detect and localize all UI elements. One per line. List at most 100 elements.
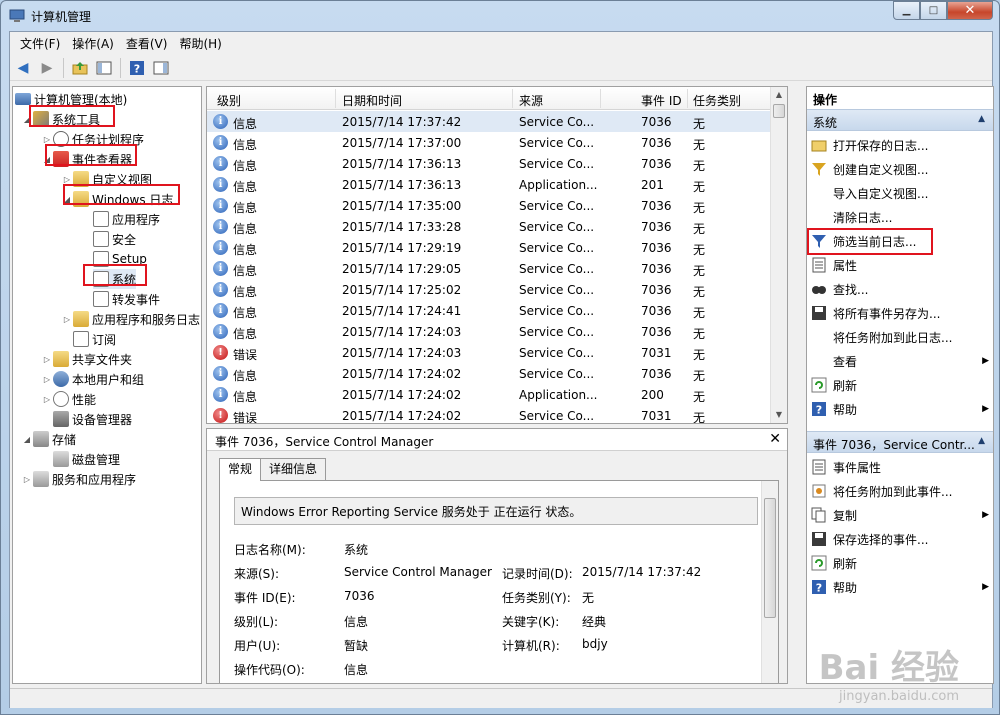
table-row[interactable]: i 信息 2015/7/14 17:24:02 Service Co... 7036 无 bbox=[207, 363, 772, 384]
list-scrollbar[interactable]: ▲ ▼ bbox=[770, 87, 787, 423]
action-item[interactable]: 属性 bbox=[807, 254, 993, 276]
action-item[interactable]: 刷新 bbox=[807, 374, 993, 396]
table-row[interactable]: i 信息 2015/7/14 17:24:41 Service Co... 7036 无 bbox=[207, 300, 772, 321]
scroll-up-arrow-icon[interactable]: ▲ bbox=[771, 87, 787, 103]
action-item[interactable]: 创建自定义视图... bbox=[807, 158, 993, 180]
table-row[interactable]: i 信息 2015/7/14 17:24:03 Service Co... 7036 无 bbox=[207, 321, 772, 342]
info-icon: i bbox=[213, 114, 228, 129]
refresh-icon bbox=[811, 555, 827, 571]
tree-item-services-apps[interactable]: ▷ 服务和应用程序 bbox=[21, 469, 136, 489]
column-divider[interactable] bbox=[687, 89, 688, 108]
help-icon[interactable]: ? bbox=[126, 57, 148, 79]
table-row[interactable]: i 信息 2015/7/14 17:24:02 Application... 200 无 bbox=[207, 384, 772, 405]
expand-arrow-icon[interactable]: ▷ bbox=[41, 375, 53, 384]
detail-scrollbar[interactable] bbox=[761, 481, 778, 683]
device-manager-icon bbox=[53, 411, 69, 427]
cell-level: 信息 bbox=[233, 222, 258, 236]
expand-arrow-icon[interactable]: ▷ bbox=[21, 475, 33, 484]
tree-item-storage[interactable]: ◢ 存储 bbox=[21, 429, 76, 449]
forward-icon[interactable]: ▶ bbox=[36, 57, 58, 79]
table-row[interactable]: i 信息 2015/7/14 17:25:02 Service Co... 7036 无 bbox=[207, 279, 772, 300]
minimize-button[interactable]: ▁ bbox=[893, 1, 920, 20]
column-header-datetime[interactable]: 日期和时间 bbox=[342, 92, 402, 109]
column-header-event-id[interactable]: 事件 ID bbox=[641, 92, 682, 109]
table-row[interactable]: i 信息 2015/7/14 17:35:00 Service Co... 7036 无 bbox=[207, 195, 772, 216]
tree-item-local-users[interactable]: ▷ 本地用户和组 bbox=[41, 369, 144, 389]
action-item[interactable]: 打开保存的日志... bbox=[807, 134, 993, 156]
menu-help[interactable]: 帮助(H) bbox=[173, 35, 227, 52]
log-icon bbox=[93, 291, 109, 307]
table-row[interactable]: i 信息 2015/7/14 17:36:13 Service Co... 7036 无 bbox=[207, 153, 772, 174]
table-row[interactable]: ! 错误 2015/7/14 17:24:02 Service Co... 7031 无 bbox=[207, 405, 772, 423]
tree-item-application[interactable]: 应用程序 bbox=[93, 209, 160, 229]
tree-item-disk-management[interactable]: 磁盘管理 bbox=[53, 449, 120, 469]
menu-file[interactable]: 文件(F) bbox=[14, 35, 66, 52]
column-divider[interactable] bbox=[512, 89, 513, 108]
action-item[interactable]: 导入自定义视图... bbox=[807, 182, 993, 204]
up-folder-icon[interactable] bbox=[69, 57, 91, 79]
table-row[interactable]: i 信息 2015/7/14 17:36:13 Application... 201 无 bbox=[207, 174, 772, 195]
collapse-icon[interactable]: ▲ bbox=[978, 436, 985, 446]
table-row[interactable]: i 信息 2015/7/14 17:33:28 Service Co... 7036 无 bbox=[207, 216, 772, 237]
back-icon[interactable]: ◀ bbox=[12, 57, 34, 79]
tree-item-app-service-logs[interactable]: ▷ 应用程序和服务日志 bbox=[61, 309, 200, 329]
tree-item-subscriptions[interactable]: 订阅 bbox=[73, 329, 116, 349]
scroll-thumb[interactable] bbox=[764, 498, 776, 618]
tab-details[interactable]: 详细信息 bbox=[260, 458, 327, 480]
column-header-source[interactable]: 来源 bbox=[519, 92, 543, 109]
tree-item-forwarded-events[interactable]: 转发事件 bbox=[93, 289, 160, 309]
tree-item-shared-folders[interactable]: ▷ 共享文件夹 bbox=[41, 349, 132, 369]
table-row[interactable]: i 信息 2015/7/14 17:29:05 Service Co... 7036 无 bbox=[207, 258, 772, 279]
action-item[interactable]: 将任务附加到此日志... bbox=[807, 326, 993, 348]
action-item[interactable]: 查看 ▶ bbox=[807, 350, 993, 372]
close-icon[interactable]: ✕ bbox=[769, 431, 781, 447]
collapse-icon[interactable]: ▲ bbox=[978, 114, 985, 124]
column-header-task-category[interactable]: 任务类别 bbox=[693, 92, 741, 109]
column-header-level[interactable]: 级别 bbox=[217, 92, 241, 109]
expand-arrow-icon[interactable]: ▷ bbox=[61, 315, 73, 324]
actions-section-event[interactable]: 事件 7036，Service Contr... ▲ bbox=[807, 431, 993, 453]
close-button[interactable]: ✕ bbox=[947, 1, 993, 20]
action-item[interactable]: ? 帮助 ▶ bbox=[807, 576, 993, 598]
show-hide-tree-icon[interactable] bbox=[93, 57, 115, 79]
collapse-arrow-icon[interactable]: ◢ bbox=[21, 435, 33, 444]
action-item[interactable]: 保存选择的事件... bbox=[807, 528, 993, 550]
action-label: 打开保存的日志... bbox=[833, 138, 929, 153]
column-divider[interactable] bbox=[335, 89, 336, 108]
tab-general[interactable]: 常规 bbox=[219, 458, 262, 481]
table-row[interactable]: i 信息 2015/7/14 17:37:00 Service Co... 7036 无 bbox=[207, 132, 772, 153]
action-item[interactable]: 复制 ▶ bbox=[807, 504, 993, 526]
tree-item-performance[interactable]: ▷ 性能 bbox=[41, 389, 96, 409]
scroll-thumb[interactable] bbox=[773, 104, 785, 118]
tree-label: 存储 bbox=[52, 432, 77, 447]
action-item[interactable]: 查找... bbox=[807, 278, 993, 300]
expand-arrow-icon[interactable]: ▷ bbox=[61, 175, 73, 184]
action-item[interactable]: ? 帮助 ▶ bbox=[807, 398, 993, 420]
action-item[interactable]: 事件属性 bbox=[807, 456, 993, 478]
menu-view[interactable]: 查看(V) bbox=[120, 35, 174, 52]
maximize-button[interactable]: □ bbox=[920, 1, 947, 20]
event-message: Windows Error Reporting Service 服务处于 正在运… bbox=[234, 497, 758, 525]
table-row[interactable]: ! 错误 2015/7/14 17:24:03 Service Co... 7031 无 bbox=[207, 342, 772, 363]
cell-event-id: 7036 bbox=[641, 136, 672, 150]
tree-item-device-manager[interactable]: 设备管理器 bbox=[53, 409, 132, 429]
column-divider[interactable] bbox=[600, 89, 601, 108]
cell-level: 信息 bbox=[233, 285, 258, 299]
action-item[interactable]: 刷新 bbox=[807, 552, 993, 574]
scroll-down-arrow-icon[interactable]: ▼ bbox=[771, 407, 787, 423]
actions-section-system[interactable]: 系统 ▲ bbox=[807, 109, 993, 131]
action-item[interactable]: 将任务附加到此事件... bbox=[807, 480, 993, 502]
title-bar[interactable]: 计算机管理 ▁ □ ✕ bbox=[1, 1, 999, 31]
action-item[interactable]: 将所有事件另存为... bbox=[807, 302, 993, 324]
expand-arrow-icon[interactable]: ▷ bbox=[41, 135, 53, 144]
expand-arrow-icon[interactable]: ▷ bbox=[41, 395, 53, 404]
action-item[interactable]: 清除日志... bbox=[807, 206, 993, 228]
tree-item-security[interactable]: 安全 bbox=[93, 229, 136, 249]
event-id-label: 事件 ID(E): bbox=[234, 591, 296, 605]
table-row[interactable]: i 信息 2015/7/14 17:29:19 Service Co... 7036 无 bbox=[207, 237, 772, 258]
show-hide-action-pane-icon[interactable] bbox=[150, 57, 172, 79]
table-row[interactable]: i 信息 2015/7/14 17:37:42 Service Co... 7036 无 bbox=[207, 111, 772, 132]
menu-action[interactable]: 操作(A) bbox=[66, 35, 120, 52]
submenu-arrow-icon: ▶ bbox=[982, 510, 989, 520]
expand-arrow-icon[interactable]: ▷ bbox=[41, 355, 53, 364]
